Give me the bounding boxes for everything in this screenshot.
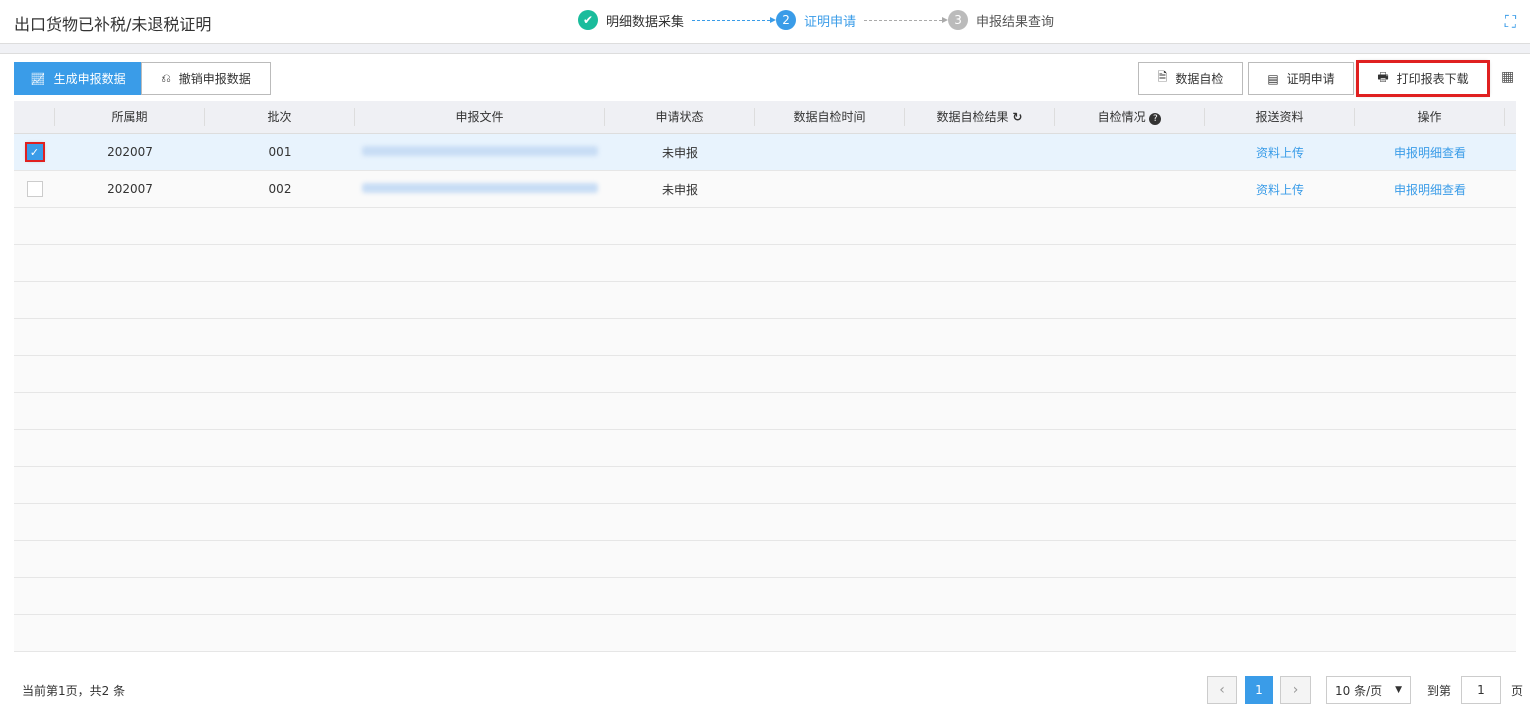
step-arrow-icon [864,16,949,23]
self-check-button[interactable]: 🗎 数据自检 [1138,62,1243,95]
table-row[interactable]: 202007 002 未申报 资料上传 申报明细查看 [14,171,1516,208]
col-upload: 报送资料 [1205,108,1355,126]
view-detail-link[interactable]: 申报明细查看 [1355,181,1505,198]
empty-table-row [14,208,1516,245]
step-2-number: 2 [776,10,797,30]
table-header: 所属期 批次 申报文件 申请状态 数据自检时间 数据自检结果 ↻ 自检情况 ? … [14,101,1516,134]
page-summary: 当前第1页，共2 条 [22,684,126,698]
print-download-button[interactable]: 🖶 打印报表下载 [1356,60,1490,97]
step-indicator: ✔ 明细数据采集 2 证明申请 3 申报结果查询 [578,10,1054,30]
file-cell-blurred [355,182,605,196]
step-1-check-icon: ✔ [578,10,598,30]
empty-table-row [14,467,1516,504]
empty-table-row [14,393,1516,430]
period-cell: 202007 [107,182,153,196]
goto-page-input[interactable]: 1 [1461,676,1501,704]
step-2-label: 证明申请 [804,14,857,30]
revoke-data-button[interactable]: ⎌ 撤销申报数据 [141,62,271,95]
col-status: 申请状态 [605,108,755,126]
step-3-number: 3 [948,10,969,30]
col-check-result: 数据自检结果 ↻ [905,108,1055,126]
data-table: 所属期 批次 申报文件 申请状态 数据自检时间 数据自检结果 ↻ 自检情况 ? … [14,101,1516,652]
page-title: 出口货物已补税/未退税证明 [14,15,212,34]
empty-table-row [14,615,1516,652]
prev-page-button[interactable]: ‹ [1207,676,1237,704]
empty-table-row [14,504,1516,541]
col-action: 操作 [1355,108,1505,126]
empty-table-row [14,430,1516,467]
page-unit-label: 页 [1511,684,1524,698]
col-check-time: 数据自检时间 [755,108,905,126]
column-settings-icon[interactable]: ▦ [1501,69,1514,85]
empty-table-row [14,356,1516,393]
batch-cell: 002 [268,182,292,196]
status-cell: 未申报 [661,182,698,197]
apply-button[interactable]: ▤ 证明申请 [1248,62,1354,95]
help-icon[interactable]: ? [1149,113,1162,125]
dropdown-arrow-icon: ▼ [1395,685,1402,695]
batch-cell: 001 [268,145,292,159]
empty-table-row [14,282,1516,319]
table-row[interactable]: ✓ 202007 001 未申报 资料上传 申报明细查看 [14,134,1516,171]
header: 出口货物已补税/未退税证明 ✔ 明细数据采集 2 证明申请 3 申报结果查询 ⛶ [0,0,1530,44]
empty-table-row [14,578,1516,615]
chart-icon: 📈︎ [30,71,46,86]
empty-table-row [14,541,1516,578]
empty-table-row [14,319,1516,356]
status-cell: 未申报 [661,145,698,160]
step-arrow-icon [692,16,777,23]
generate-data-button[interactable]: 📈︎ 生成申报数据 [14,62,142,95]
upload-link[interactable]: 资料上传 [1205,144,1355,161]
step-1-label: 明细数据采集 [606,14,685,30]
file-cell-blurred [355,145,605,159]
goto-label: 到第 [1427,684,1452,698]
page-size-select[interactable]: 10 条/页 ▼ [1326,676,1411,704]
row-checkbox[interactable]: ✓ [24,142,45,162]
row-checkbox[interactable] [26,181,43,197]
header-checkbox-cell [14,108,55,126]
refresh-icon[interactable]: ↻ [1012,110,1022,124]
fullscreen-icon[interactable]: ⛶ [1505,12,1516,32]
upload-link[interactable]: 资料上传 [1205,181,1355,198]
col-check-info: 自检情况 ? [1055,108,1205,126]
col-period: 所属期 [55,108,205,126]
period-cell: 202007 [107,145,153,159]
step-3-label: 申报结果查询 [976,14,1055,30]
document-check-icon: 🗎 [1157,70,1168,84]
revoke-icon: ⎌ [161,71,171,85]
view-detail-link[interactable]: 申报明细查看 [1355,144,1505,161]
printer-icon: 🖶 [1377,70,1389,84]
divider-band [0,44,1530,54]
page-1-button[interactable]: 1 [1245,676,1273,704]
col-batch: 批次 [205,108,355,126]
form-icon: ▤ [1267,71,1279,86]
col-file: 申报文件 [355,108,605,126]
next-page-button[interactable]: › [1280,676,1311,704]
empty-table-row [14,245,1516,282]
